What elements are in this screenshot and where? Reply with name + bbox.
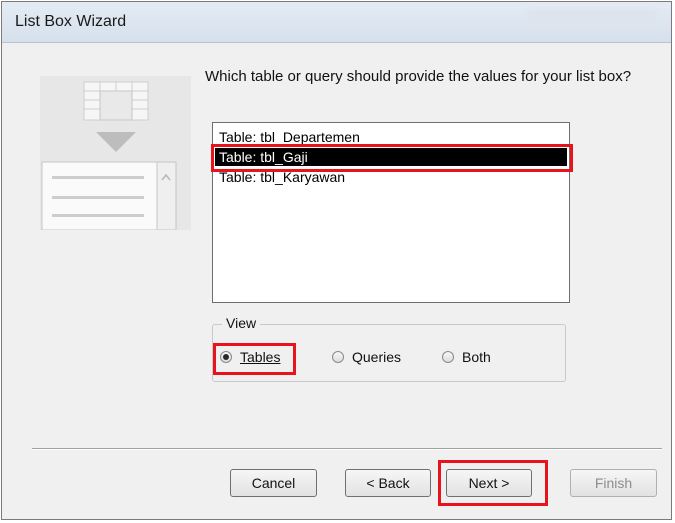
page: List Box Wizard Which table or query sho… [0,0,675,523]
list-item-tbl-departemen[interactable]: Table: tbl_Departemen [215,128,567,146]
radio-tables-label: Tables [240,349,281,365]
radio-queries[interactable]: Queries [332,349,401,365]
cancel-button[interactable]: Cancel [230,469,317,497]
window-controls [527,9,657,29]
radio-button-icon[interactable] [332,351,344,363]
table-listbox[interactable]: Table: tbl_Departemen Table: tbl_Gaji Ta… [212,122,570,303]
list-item-tbl-karyawan[interactable]: Table: tbl_Karyawan [215,168,567,186]
button-separator [32,448,662,450]
back-button[interactable]: < Back [345,469,431,497]
wizard-illustration-icon [40,76,191,230]
radio-queries-label: Queries [352,349,402,365]
radio-button-icon[interactable] [442,351,454,363]
radio-button-icon[interactable] [220,351,232,363]
list-item-tbl-gaji[interactable]: Table: tbl_Gaji [215,148,567,166]
window-title: List Box Wizard [15,13,127,30]
finish-button[interactable]: Finish [570,469,657,497]
title-bar: List Box Wizard [2,2,671,43]
radio-tables[interactable]: Tables [220,349,280,365]
next-button[interactable]: Next > [446,469,532,497]
radio-both[interactable]: Both [442,349,491,365]
list-box-wizard-dialog: List Box Wizard Which table or query sho… [1,1,672,520]
view-legend: View [222,315,261,331]
radio-both-label: Both [462,349,491,365]
wizard-prompt: Which table or query should provide the … [205,68,632,85]
